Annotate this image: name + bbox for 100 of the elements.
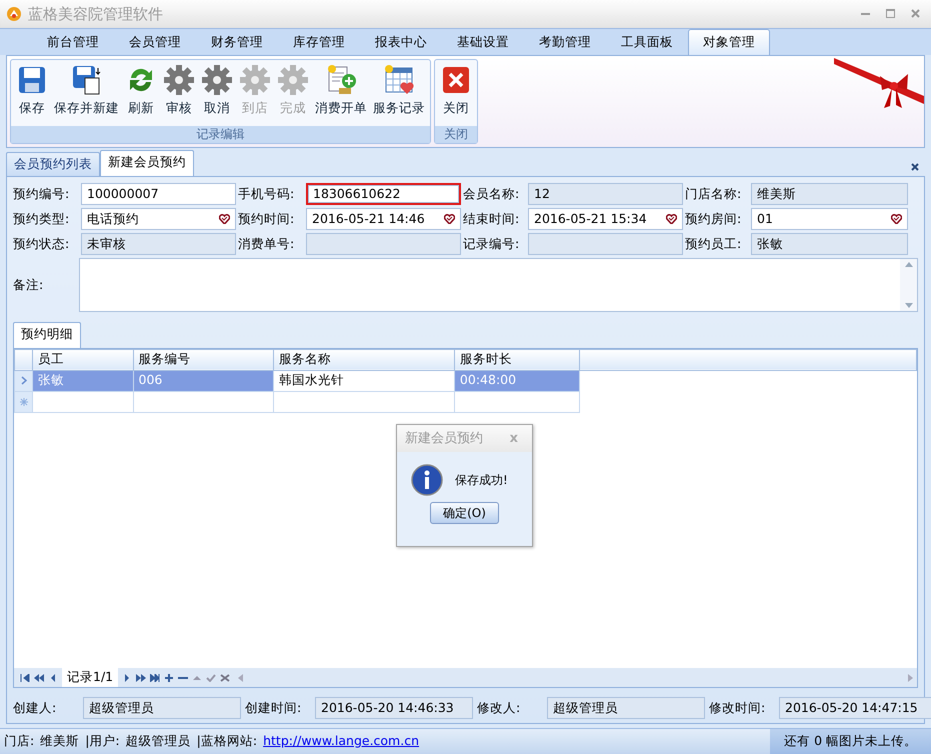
- field-label: 修改人:: [477, 698, 522, 717]
- ribbon-tab[interactable]: 前台管理: [32, 30, 114, 55]
- input-field[interactable]: 超级管理员: [547, 697, 705, 719]
- ribbon-tab[interactable]: 报表中心: [360, 30, 442, 55]
- table-cell: 韩国水光针: [274, 370, 454, 392]
- row-pointer-icon: [20, 376, 27, 386]
- ribbon-tab[interactable]: 基础设置: [442, 30, 524, 55]
- input-field[interactable]: 超级管理员: [83, 697, 241, 719]
- field-label: 预约类型:: [13, 210, 70, 228]
- gear-icon: [163, 64, 195, 96]
- scrollbar[interactable]: [900, 259, 917, 311]
- field-label: 门店名称:: [685, 184, 742, 203]
- close-icon: [440, 64, 472, 96]
- field-label: 预约编号:: [13, 184, 70, 203]
- field-label: 预约房间:: [685, 210, 742, 228]
- window-title: 蓝格美容院管理软件: [28, 4, 164, 25]
- field-label: 消费单号:: [238, 234, 296, 253]
- heart-dropdown-icon: [666, 214, 677, 224]
- field-label: 预约状态:: [13, 234, 70, 253]
- status-text: 超级管理员: [126, 732, 191, 750]
- gear-icon: [201, 64, 233, 96]
- app-logo-icon: [6, 6, 22, 22]
- toolbar-button[interactable]: 消费开单: [312, 62, 370, 120]
- field-label: 修改时间:: [709, 698, 766, 717]
- next-page-icon: [136, 674, 146, 682]
- last-record-icon: [150, 674, 160, 682]
- scroll-left-icon: [238, 674, 244, 682]
- input-field[interactable]: [528, 233, 683, 255]
- field-label: 备注:: [13, 276, 44, 294]
- field-label: 创建人:: [13, 698, 58, 717]
- scroll-down-icon: [904, 303, 912, 308]
- ribbon-tab[interactable]: 工具面板: [606, 30, 688, 55]
- input-field[interactable]: 未审核: [81, 233, 236, 255]
- ribbon-tab[interactable]: 会员管理: [114, 30, 196, 55]
- previous-page-icon: [34, 674, 44, 682]
- cancel-icon: [220, 674, 230, 682]
- memo-field[interactable]: [79, 258, 918, 312]
- field-label: 预约员工:: [685, 234, 742, 253]
- toolbar-button[interactable]: 关闭: [437, 62, 475, 120]
- field-label: 预约时间:: [238, 210, 296, 228]
- input-field[interactable]: 2016-05-20 14:46:33: [315, 697, 473, 719]
- heart-dropdown-icon: [219, 214, 230, 224]
- input-field[interactable]: [306, 233, 461, 255]
- input-field[interactable]: 2016-05-20 14:47:15: [779, 697, 931, 719]
- add-icon: [164, 674, 174, 682]
- input-field[interactable]: 维美斯: [751, 183, 908, 205]
- ribbon-tab[interactable]: 库存管理: [278, 30, 360, 55]
- dialog-title: 新建会员预约: [405, 430, 483, 448]
- heart-dropdown-icon: [891, 214, 902, 224]
- document-tab[interactable]: 会员预约列表: [6, 152, 100, 176]
- first-record-icon: [20, 674, 30, 682]
- input-field[interactable]: 张敏: [751, 233, 908, 255]
- dropdown-field[interactable]: 01: [751, 208, 908, 230]
- dropdown-field[interactable]: 电话预约: [81, 208, 236, 230]
- scroll-up-icon: [904, 262, 912, 267]
- receipt-add-icon: [325, 64, 357, 96]
- toolbar-button[interactable]: 取消: [198, 62, 236, 120]
- record-counter: 记录1/1: [62, 668, 118, 687]
- upload-status: 还有 0 幅图片未上传。: [770, 729, 931, 754]
- column-header[interactable]: 员工: [32, 349, 134, 370]
- heart-dropdown-icon: [444, 214, 455, 224]
- field-label: 记录编号:: [463, 234, 520, 253]
- status-text: 维美斯: [40, 732, 80, 750]
- ribbon-tab[interactable]: 考勤管理: [524, 30, 606, 55]
- group-title: 关闭: [435, 126, 477, 143]
- table-cell: 006: [133, 370, 274, 392]
- dialog-message: 保存成功!: [455, 472, 508, 489]
- save-new-icon: [70, 64, 102, 96]
- toolbar-button[interactable]: 审核: [160, 62, 198, 120]
- confirm-icon: [206, 674, 216, 682]
- dropdown-field[interactable]: 2016-05-21 15:34: [528, 208, 683, 230]
- calendar-heart-icon: [383, 64, 415, 96]
- maximize-icon: [886, 9, 895, 18]
- toolbar-button[interactable]: 服务记录: [370, 62, 428, 120]
- document-tab[interactable]: 新建会员预约: [100, 150, 194, 176]
- website-link[interactable]: http://www.lange.com.cn: [263, 732, 420, 751]
- table-cell: 张敏: [32, 370, 134, 392]
- ribbon-tab[interactable]: 对象管理: [688, 29, 770, 55]
- detail-tab[interactable]: 预约明细: [13, 322, 81, 348]
- toolbar-button[interactable]: 保存: [13, 62, 51, 120]
- ok-button[interactable]: 确定(O): [430, 502, 499, 524]
- input-field[interactable]: 100000007: [81, 183, 236, 205]
- toolbar-button[interactable]: 刷新: [122, 62, 160, 120]
- column-header[interactable]: 服务名称: [274, 349, 454, 370]
- field-label: 结束时间:: [463, 210, 520, 228]
- move-up-icon: [192, 674, 202, 682]
- toolbar-button[interactable]: 保存并新建: [51, 62, 122, 120]
- input-field[interactable]: 18306610622: [306, 183, 461, 205]
- input-field[interactable]: 12: [528, 183, 683, 205]
- column-header[interactable]: 服务编号: [133, 349, 274, 370]
- info-icon: [411, 464, 443, 496]
- table-cell: 00:48:00: [454, 370, 580, 392]
- close-icon: [911, 9, 920, 18]
- dropdown-field[interactable]: 2016-05-21 14:46: [306, 208, 461, 230]
- gear-icon: [277, 64, 309, 96]
- field-label: 会员名称:: [463, 184, 520, 203]
- ribbon-tab[interactable]: 财务管理: [196, 30, 278, 55]
- save-icon: [16, 64, 48, 96]
- status-label: 门店:: [4, 732, 34, 750]
- column-header[interactable]: 服务时长: [454, 349, 580, 370]
